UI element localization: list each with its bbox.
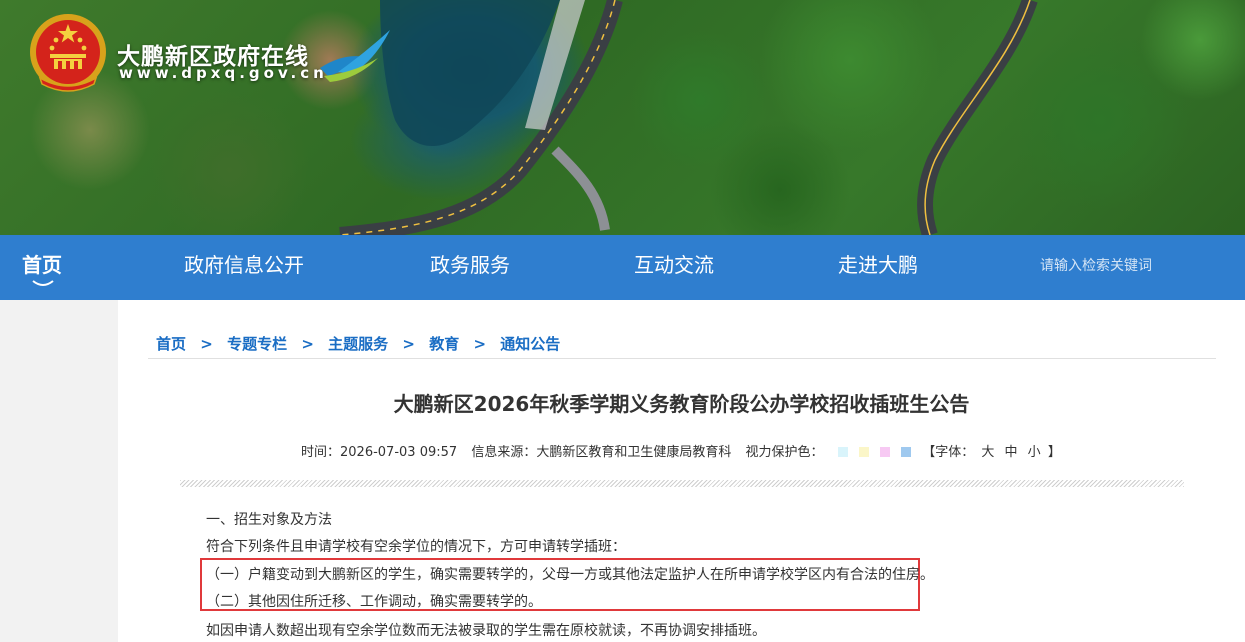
font-size-label: 【字体： bbox=[922, 445, 975, 460]
nav-item-gov-info[interactable]: 政府信息公开 bbox=[184, 235, 304, 300]
eye-care-label: 视力保护色： bbox=[745, 445, 824, 460]
site-url[interactable]: www.dpxq.gov.cn bbox=[119, 64, 328, 82]
font-size-small-button[interactable]: 小 bbox=[1028, 445, 1041, 460]
nav-item-home[interactable]: 首页 bbox=[22, 235, 62, 300]
title-divider bbox=[180, 480, 1184, 487]
eye-care-swatch-yellow[interactable] bbox=[858, 447, 869, 457]
paragraph: （一）户籍变动到大鹏新区的学生，确实需要转学的，父母一方或其他法定监护人在所申请… bbox=[206, 567, 934, 583]
search-input[interactable]: 请输入检索关键词 bbox=[1040, 235, 1152, 300]
publish-time: 时间：2026-07-03 09:57 bbox=[301, 445, 458, 460]
header-banner: 大鹏新区政府在线 www.dpxq.gov.cn bbox=[0, 0, 1245, 235]
breadcrumb-item-home[interactable]: 首页 bbox=[156, 335, 186, 353]
article-title: 大鹏新区2026年秋季学期义务教育阶段公办学校招收插班生公告 bbox=[393, 392, 970, 416]
eye-care-swatch-blue[interactable] bbox=[901, 447, 912, 457]
active-tab-indicator bbox=[32, 280, 54, 286]
article-meta: 时间：2026-07-03 09:57 信息来源：大鹏新区教育和卫生健康局教育科… bbox=[301, 441, 1061, 460]
section-heading: 一、招生对象及方法 bbox=[206, 512, 332, 528]
font-size-large-button[interactable]: 大 bbox=[981, 445, 994, 460]
font-size-close-bracket: 】 bbox=[1047, 445, 1061, 460]
main-nav: 首页 政府信息公开 政务服务 互动交流 走进大鹏 请输入检索关键词 bbox=[0, 235, 1245, 300]
breadcrumb-separator: > bbox=[402, 335, 415, 353]
breadcrumb: 首页 > 专题专栏 > 主题服务 > 教育 > 通知公告 bbox=[156, 333, 569, 354]
dapeng-bird-logo bbox=[320, 30, 390, 82]
nav-item-gov-services[interactable]: 政务服务 bbox=[430, 235, 510, 300]
breadcrumb-separator: > bbox=[200, 335, 213, 353]
breadcrumb-item-notices[interactable]: 通知公告 bbox=[500, 335, 560, 353]
paragraph: 符合下列条件且申请学校有空余学位的情况下，方可申请转学插班： bbox=[206, 539, 626, 555]
breadcrumb-separator: > bbox=[473, 335, 487, 353]
eye-care-swatch-pink[interactable] bbox=[879, 447, 890, 457]
breadcrumb-item-special-column[interactable]: 专题专栏 bbox=[227, 335, 287, 353]
article-panel: 首页 > 专题专栏 > 主题服务 > 教育 > 通知公告 大鹏新区2026年秋季… bbox=[118, 300, 1245, 642]
national-emblem-logo bbox=[30, 14, 106, 92]
breadcrumb-item-education[interactable]: 教育 bbox=[429, 335, 459, 353]
nav-item-about-dapeng[interactable]: 走进大鹏 bbox=[838, 235, 918, 300]
breadcrumb-separator: > bbox=[301, 335, 314, 353]
info-source: 信息来源：大鹏新区教育和卫生健康局教育科 bbox=[471, 445, 732, 460]
font-size-medium-button[interactable]: 中 bbox=[1005, 445, 1018, 460]
banner-landscape-image bbox=[339, 0, 1038, 235]
eye-care-swatch-cyan[interactable] bbox=[837, 447, 848, 457]
paragraph: 如因申请人数超出现有空余学位数而无法被录取的学生需在原校就读，不再协调安排插班。 bbox=[206, 623, 766, 639]
breadcrumb-divider bbox=[148, 358, 1216, 359]
paragraph: （二）其他因住所迁移、工作调动，确实需要转学的。 bbox=[206, 594, 542, 610]
breadcrumb-item-topic-services[interactable]: 主题服务 bbox=[328, 335, 388, 353]
nav-item-interaction[interactable]: 互动交流 bbox=[634, 235, 714, 300]
